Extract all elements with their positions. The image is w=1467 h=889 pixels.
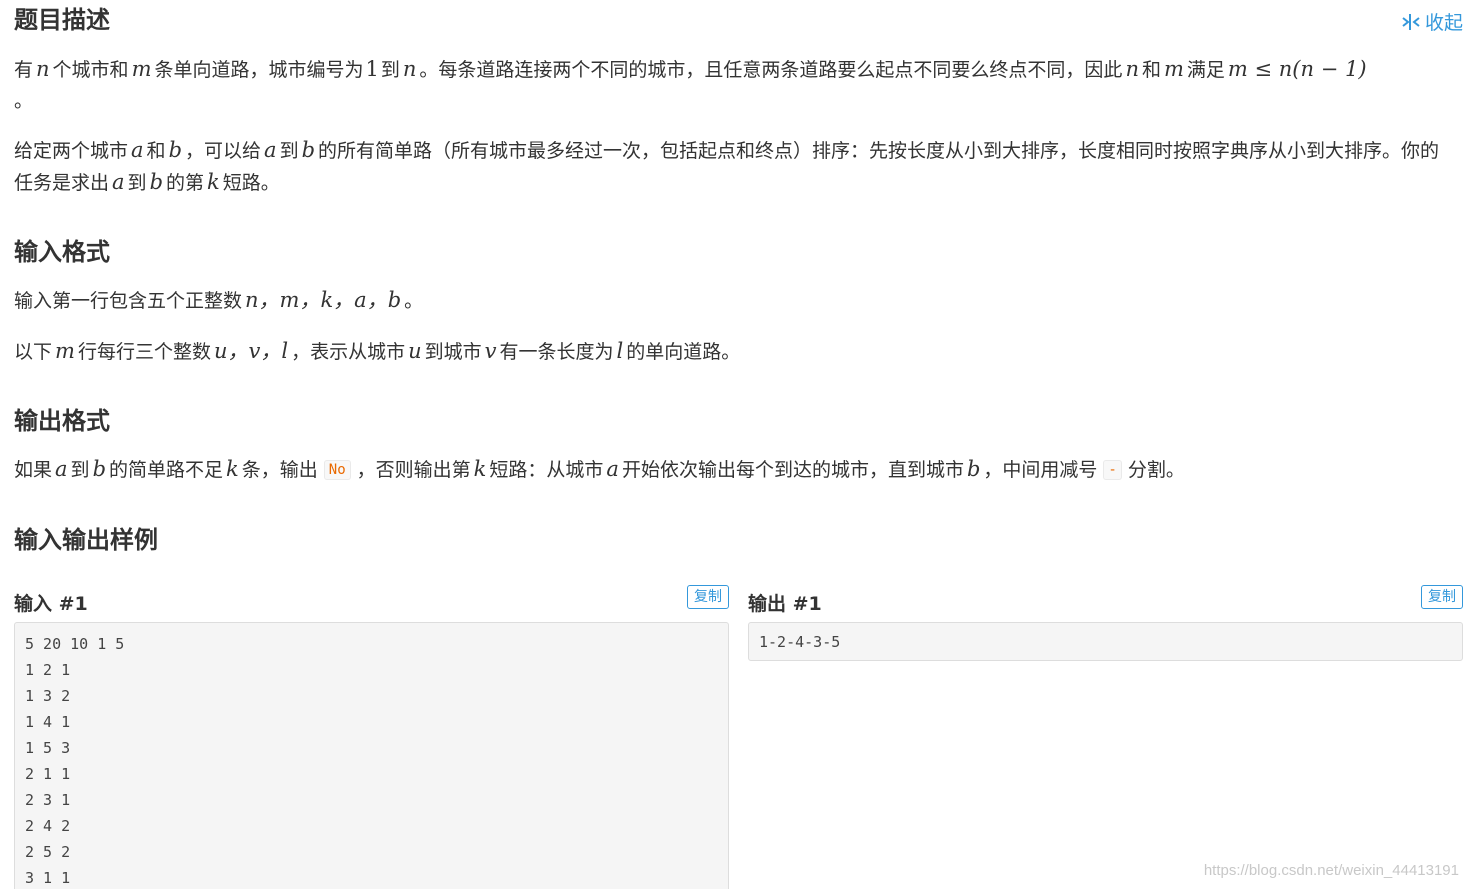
- sample-input-label: 输入 #1: [14, 593, 88, 615]
- sample-output-block[interactable]: 1-2-4-3-5: [748, 622, 1463, 661]
- copy-output-button[interactable]: 复制: [1421, 585, 1463, 609]
- collapse-icon: [1401, 13, 1421, 31]
- code-no: No: [323, 460, 351, 480]
- collapse-label: 收起: [1424, 12, 1463, 34]
- input-format-paragraph-2: 以下 m 行每行三个整数 u，v，l ，表示从城市 u 到城市 v 有一条长度为 l 的单向道路。: [14, 339, 741, 363]
- sample-output-label: 输出 #1: [748, 593, 822, 615]
- sample-input-header: 输入 #1 复制: [14, 585, 729, 615]
- description-paragraph-1: 有 n 个城市和 m 条单向道路，城市编号为1 到 n 。每条道路连接两个不同的城市，且任意两…: [14, 57, 1367, 112]
- description-paragraph-2: 给定两个城市 a 和 b ，可以给 a 到 b 的所有简单路（所有城市最多经过一次，包括起点和终…: [14, 138, 1440, 194]
- description-heading: 题目描述: [14, 6, 110, 34]
- collapse-button[interactable]: 收起: [1401, 8, 1463, 35]
- sample-input-block[interactable]: 5 20 10 1 5 1 2 1 1 3 2 1 4 1 1 5 3 2 1 …: [14, 622, 729, 889]
- samples-heading: 输入输出样例: [14, 526, 158, 554]
- sample-output-header: 输出 #1 复制: [748, 585, 1463, 615]
- code-minus: -: [1103, 460, 1122, 480]
- watermark: https://blog.csdn.net/weixin_44413191: [1203, 862, 1459, 879]
- copy-input-button[interactable]: 复制: [687, 585, 729, 609]
- output-format-paragraph: 如果 a 到 b 的简单路不足 k 条，输出 No ，否则输出第 k 短路：从城市 a 开始依次输出每个…: [14, 457, 1185, 481]
- problem-page: 题目描述 收起 有 n 个城市和 m 条单向道路，城市编号为1 到 n 。每条道路连接两个不同…: [0, 0, 1467, 889]
- output-format-heading: 输出格式: [14, 407, 110, 435]
- input-format-paragraph-1: 输入第一行包含五个正整数 n，m，k，a，b。: [14, 288, 424, 312]
- input-format-heading: 输入格式: [14, 238, 110, 266]
